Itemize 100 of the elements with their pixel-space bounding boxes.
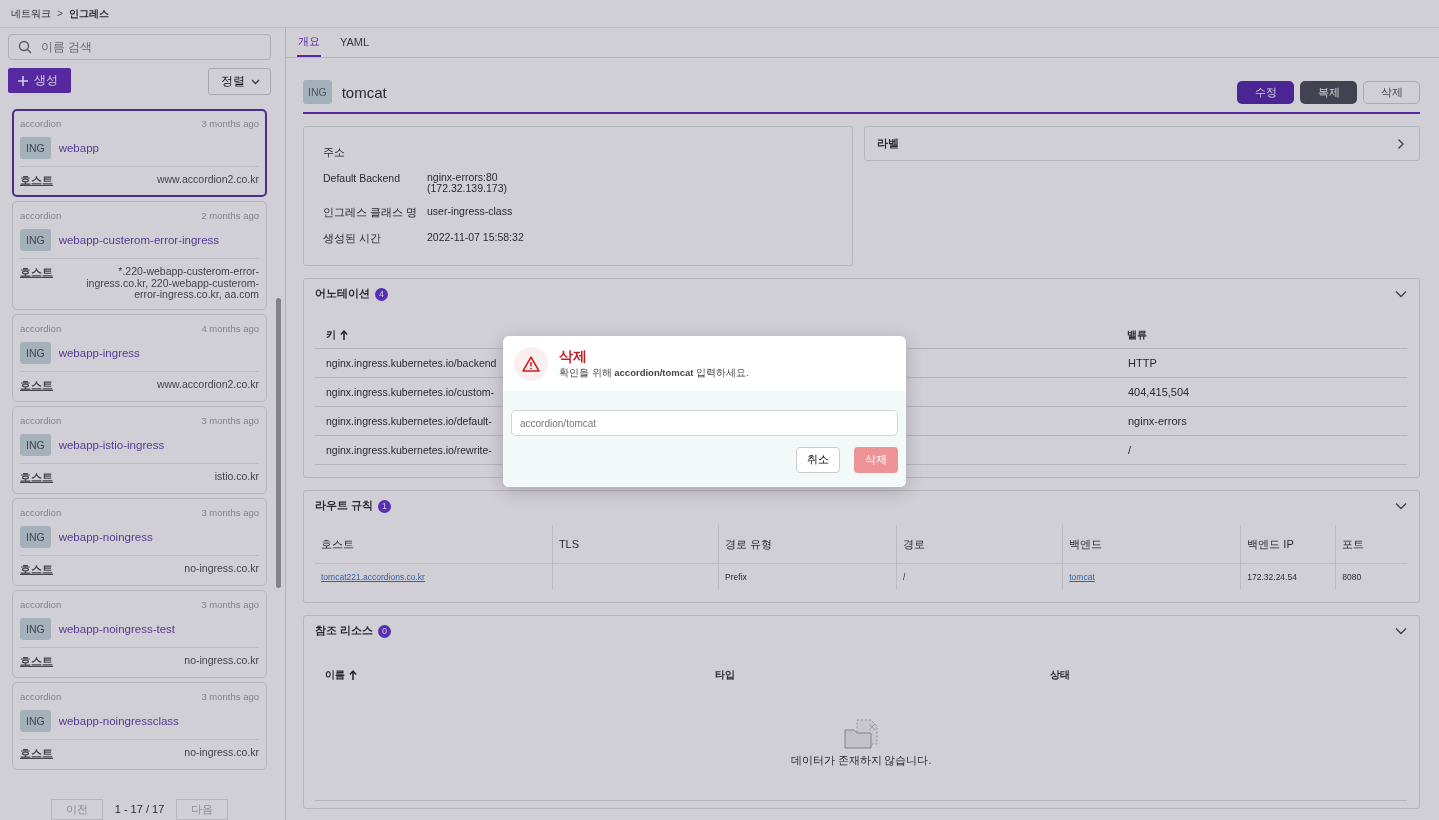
table-cell: HTTP bbox=[1128, 357, 1157, 369]
age-text: 3 months ago bbox=[201, 506, 259, 518]
chevron-down-icon[interactable] bbox=[1395, 502, 1407, 510]
count-badge: 0 bbox=[377, 624, 391, 638]
type-badge: ING bbox=[20, 617, 51, 640]
namespace-text: accordion bbox=[20, 322, 62, 334]
age-text: 3 months ago bbox=[201, 414, 259, 426]
host-value: *.220-webapp-custerom-error-ingress.co.kr, 220-webapp-custerom-error-ingress.co.kr, aa.com bbox=[85, 266, 259, 301]
plus-icon bbox=[18, 75, 28, 86]
dialog-message: 확인을 위해 accordion/tomcat 입력하세요. bbox=[559, 367, 749, 380]
host-value: no-ingress.co.kr bbox=[184, 562, 259, 576]
host-label: 호스트 bbox=[20, 266, 53, 280]
ingress-name: webapp-noingress-test bbox=[58, 622, 175, 635]
table-link[interactable]: tomcat bbox=[1069, 572, 1095, 582]
namespace-text: accordion bbox=[20, 690, 62, 702]
breadcrumb-separator: > bbox=[57, 8, 63, 19]
age-text: 3 months ago bbox=[201, 690, 259, 702]
ingress-name: webapp-istio-ingress bbox=[58, 438, 165, 451]
confirm-input[interactable]: accordion/tomcat bbox=[511, 410, 898, 436]
action-button[interactable]: 삭제 bbox=[1363, 80, 1420, 104]
ingress-card[interactable]: accordion 2 months ago ING webapp-custerom-error-ingress 호스트 *.220-webapp-custerom-error-ingress.co.kr, 220-webapp-custerom-error-ingress.co.kr, aa.com bbox=[12, 201, 267, 310]
field-value: user-ingress-class bbox=[427, 206, 513, 220]
count-badge: 1 bbox=[377, 499, 391, 513]
chevron-down-icon bbox=[251, 78, 260, 85]
dialog-title: 삭제 bbox=[559, 348, 588, 366]
type-badge: ING bbox=[303, 80, 332, 104]
breadcrumb-link[interactable]: 네트워크 bbox=[11, 6, 51, 21]
type-badge: ING bbox=[20, 137, 51, 159]
table-cell: Prefix bbox=[725, 572, 747, 582]
table-cell: 172.32.24.54 bbox=[1247, 572, 1297, 582]
table-cell: 404,415,504 bbox=[1128, 386, 1190, 398]
search-icon bbox=[18, 40, 32, 54]
panel-title: 참조 리소스 bbox=[315, 624, 373, 638]
host-label: 호스트 bbox=[20, 562, 53, 577]
ingress-card[interactable]: accordion 3 months ago ING webapp-noingress-test 호스트 no-ingress.co.kr bbox=[12, 589, 267, 678]
sort-arrow-icon[interactable] bbox=[349, 670, 357, 680]
warning-icon bbox=[522, 356, 540, 372]
ingress-name: webapp-custerom-error-ingress bbox=[58, 234, 220, 246]
table-cell: / bbox=[903, 572, 906, 582]
action-button[interactable]: 수정 bbox=[1237, 80, 1294, 104]
table-cell: 8080 bbox=[1342, 572, 1362, 582]
column-header[interactable]: 타입 bbox=[714, 668, 735, 682]
table-link[interactable]: tomcat221.accordions.co.kr bbox=[321, 572, 425, 582]
table-cell: nginx.ingress.kubernetes.io/backend bbox=[326, 357, 497, 369]
column-header: 경로 bbox=[903, 537, 926, 550]
panel-title: 라벨 bbox=[877, 136, 899, 151]
host-label: 호스트 bbox=[20, 654, 53, 669]
action-button[interactable]: 복제 bbox=[1300, 80, 1357, 104]
field-label: 생성된 시간 bbox=[323, 232, 382, 247]
type-badge: ING bbox=[20, 709, 51, 732]
host-value: www.accordion2.co.kr bbox=[156, 174, 259, 187]
chevron-down-icon[interactable] bbox=[1395, 290, 1407, 298]
type-badge: ING bbox=[20, 433, 51, 456]
table-cell: nginx.ingress.kubernetes.io/custom- bbox=[326, 386, 495, 398]
create-button[interactable]: 생성 bbox=[8, 68, 71, 93]
ingress-name: webapp-noingress bbox=[58, 530, 153, 543]
column-header[interactable]: 상태 bbox=[1049, 668, 1070, 682]
table-cell: nginx-errors bbox=[1128, 415, 1187, 427]
column-header[interactable]: 키 bbox=[326, 328, 336, 342]
labels-panel[interactable]: 라벨 bbox=[864, 126, 1420, 161]
tab[interactable]: YAML bbox=[339, 28, 371, 57]
host-value: no-ingress.co.kr bbox=[184, 654, 259, 668]
search-field[interactable]: 이름 검색 bbox=[8, 34, 271, 60]
host-label: 호스트 bbox=[20, 174, 53, 188]
ingress-card[interactable]: accordion 3 months ago ING webapp-noingress 호스트 no-ingress.co.kr bbox=[12, 497, 267, 586]
namespace-text: accordion bbox=[20, 210, 62, 221]
host-value: istio.co.kr bbox=[214, 470, 259, 484]
scrollbar-thumb[interactable] bbox=[276, 298, 281, 588]
field-value: nginx-errors:80 (172.32.139.173) bbox=[427, 172, 507, 195]
age-text: 2 months ago bbox=[201, 210, 259, 221]
column-header: 백엔드 bbox=[1069, 537, 1103, 550]
page-range: 1 - 17 / 17 bbox=[114, 803, 165, 815]
empty-folder-icon bbox=[843, 718, 879, 750]
namespace-text: accordion bbox=[20, 118, 62, 129]
namespace-text: accordion bbox=[20, 598, 62, 610]
host-label: 호스트 bbox=[20, 378, 53, 393]
type-badge: ING bbox=[20, 341, 51, 364]
column-header: 백엔드 IP bbox=[1247, 537, 1294, 550]
sort-arrow-icon[interactable] bbox=[340, 330, 348, 340]
age-text: 4 months ago bbox=[201, 322, 259, 334]
cancel-button[interactable]: 취소 bbox=[796, 447, 840, 473]
panel-title: 어노테이션 bbox=[315, 287, 370, 301]
section-title: 주소 bbox=[323, 145, 346, 160]
empty-message: 데이터가 존재하지 않습니다. bbox=[790, 754, 932, 768]
ingress-card[interactable]: accordion 3 months ago ING webapp 호스트 www.accordion2.co.kr bbox=[12, 109, 267, 197]
age-text: 3 months ago bbox=[201, 598, 259, 610]
column-header[interactable]: 이름 bbox=[325, 668, 345, 682]
ingress-card[interactable]: accordion 4 months ago ING webapp-ingress 호스트 www.accordion2.co.kr bbox=[12, 313, 267, 402]
column-header[interactable]: 밸류 bbox=[1127, 328, 1147, 342]
sort-button[interactable]: 정렬 bbox=[208, 68, 271, 95]
panel-title: 라우트 규칙 bbox=[315, 499, 373, 513]
tab[interactable]: 개요 bbox=[297, 28, 321, 57]
chevron-down-icon[interactable] bbox=[1395, 627, 1407, 635]
type-badge: ING bbox=[20, 229, 51, 251]
type-badge: ING bbox=[20, 525, 51, 548]
ingress-card[interactable]: accordion 3 months ago ING webapp-istio-ingress 호스트 istio.co.kr bbox=[12, 405, 267, 494]
resource-title: tomcat bbox=[341, 83, 388, 101]
ingress-card[interactable]: accordion 3 months ago ING webapp-noingressclass 호스트 no-ingress.co.kr bbox=[12, 681, 267, 770]
column-header: 호스트 bbox=[321, 537, 354, 550]
column-header: 경로 유형 bbox=[725, 537, 773, 550]
